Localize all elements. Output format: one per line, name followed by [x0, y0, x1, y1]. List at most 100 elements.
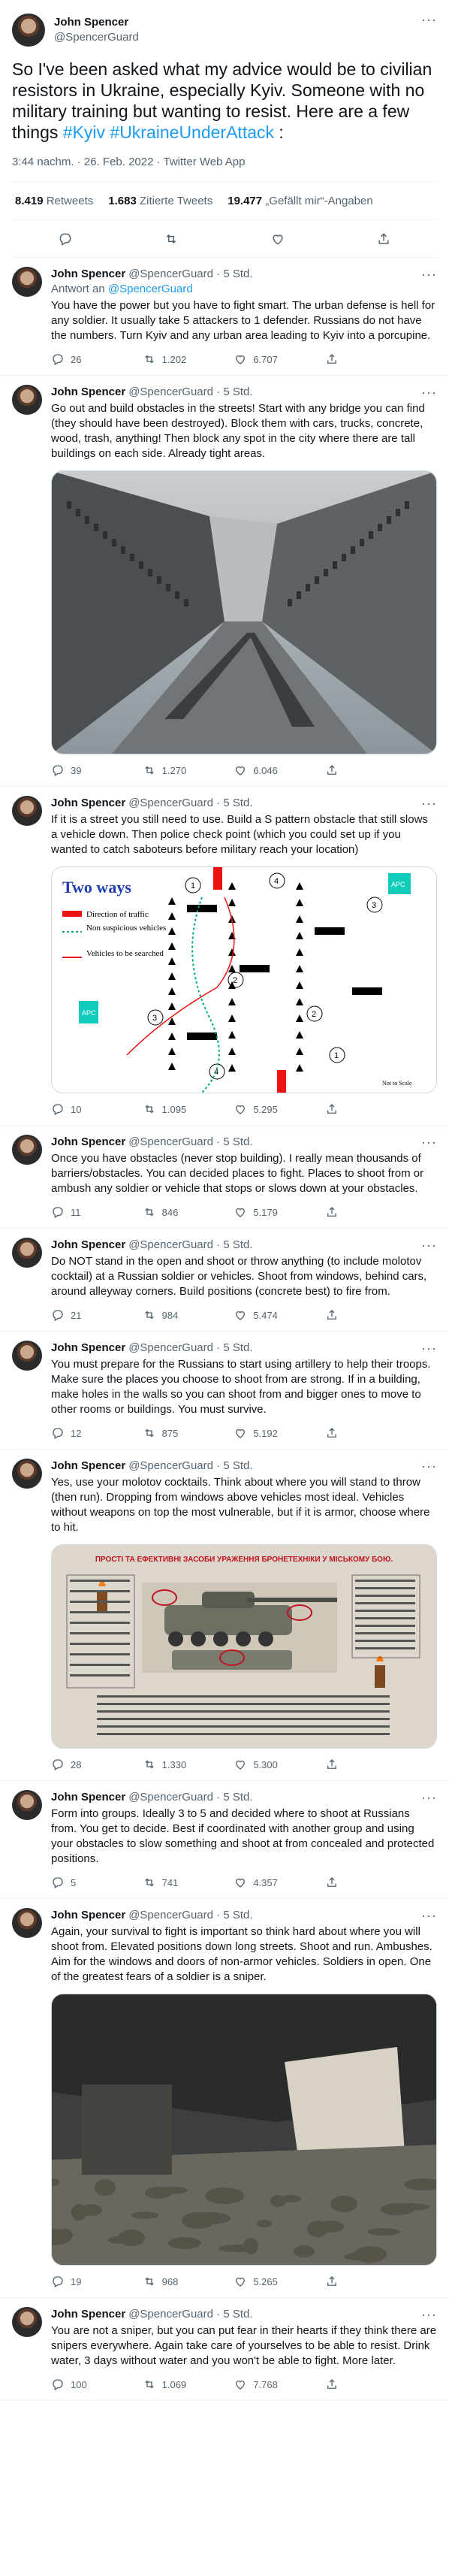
more-options-icon[interactable]: ···: [421, 1341, 437, 1356]
reply-button[interactable]: 28: [51, 1758, 96, 1771]
share-button[interactable]: [325, 2378, 370, 2391]
author-name[interactable]: John Spencer: [51, 796, 125, 811]
author-name[interactable]: John Spencer: [51, 385, 125, 400]
author-name[interactable]: John Spencer: [51, 1790, 125, 1805]
reply-tweet[interactable]: John Spencer @SpencerGuard · 5 Std. ··· …: [0, 1126, 449, 1229]
reply-button[interactable]: 21: [51, 1308, 96, 1322]
share-button[interactable]: [325, 1758, 370, 1771]
share-button[interactable]: [325, 1876, 370, 1889]
quotes-stat[interactable]: 1.683 Zitierte Tweets: [108, 195, 212, 207]
author-handle[interactable]: @SpencerGuard · 5 Std.: [128, 1908, 252, 1923]
author-handle[interactable]: @SpencerGuard · 5 Std.: [128, 267, 252, 282]
more-options-icon[interactable]: ···: [421, 9, 437, 28]
reply-tweet[interactable]: John Spencer @SpencerGuard · 5 Std. ··· …: [0, 1332, 449, 1450]
reply-tweet[interactable]: John Spencer @SpencerGuard · 5 Std. ··· …: [0, 2298, 449, 2401]
avatar[interactable]: [12, 2307, 42, 2337]
avatar[interactable]: [12, 1135, 42, 1165]
author-handle[interactable]: @SpencerGuard · 5 Std.: [128, 2307, 252, 2322]
molotov-poster[interactable]: ПРОСТІ ТА ЕФЕКТИВНІ ЗАСОБИ УРАЖЕННЯ БРОН…: [51, 1544, 437, 1749]
share-icon[interactable]: [376, 231, 391, 246]
share-button[interactable]: [325, 2275, 370, 2288]
like-button[interactable]: 4.357: [234, 1876, 279, 1889]
retweet-button[interactable]: 1.069: [143, 2378, 188, 2391]
like-button[interactable]: 6.046: [234, 763, 279, 777]
reply-tweet[interactable]: John Spencer @SpencerGuard · 5 Std. ··· …: [0, 1450, 449, 1781]
more-options-icon[interactable]: ···: [421, 267, 437, 282]
more-options-icon[interactable]: ···: [421, 1135, 437, 1150]
reply-tweet[interactable]: John Spencer @SpencerGuard · 5 Std. ··· …: [0, 787, 449, 1126]
more-options-icon[interactable]: ···: [421, 1790, 437, 1805]
like-button[interactable]: 5.474: [234, 1308, 279, 1322]
retweet-button[interactable]: 968: [143, 2275, 188, 2288]
author-name[interactable]: John Spencer: [54, 15, 139, 30]
reply-tweet[interactable]: John Spencer @SpencerGuard · 5 Std. ··· …: [0, 376, 449, 787]
author-handle[interactable]: @SpencerGuard · 5 Std.: [128, 385, 252, 400]
like-icon[interactable]: [270, 231, 285, 246]
author-handle[interactable]: @SpencerGuard · 5 Std.: [128, 1135, 252, 1150]
checkpoint-diagram[interactable]: Two ways Direction of traffic Non suspic…: [51, 866, 437, 1093]
avatar[interactable]: [12, 796, 42, 826]
reply-button[interactable]: 12: [51, 1426, 96, 1440]
reply-icon[interactable]: [58, 231, 73, 246]
like-button[interactable]: 5.300: [234, 1758, 279, 1771]
like-button[interactable]: 5.192: [234, 1426, 279, 1440]
reply-to-link[interactable]: @SpencerGuard: [108, 283, 193, 295]
hashtag-link[interactable]: #UkraineUnderAttack: [110, 122, 274, 142]
more-options-icon[interactable]: ···: [421, 385, 437, 400]
author-name[interactable]: John Spencer: [51, 2307, 125, 2322]
tweet-timestamp[interactable]: 3:44 nachm. · 26. Feb. 2022 · Twitter We…: [12, 155, 437, 170]
retweet-icon[interactable]: [164, 231, 179, 246]
reply-button[interactable]: 39: [51, 763, 96, 777]
ruined-building-photo[interactable]: [51, 1994, 437, 2266]
more-options-icon[interactable]: ···: [421, 1238, 437, 1253]
like-button[interactable]: 5.179: [234, 1205, 279, 1219]
reply-button[interactable]: 5: [51, 1876, 96, 1889]
author-handle[interactable]: @SpencerGuard: [54, 30, 139, 45]
retweets-stat[interactable]: 8.419 Retweets: [15, 195, 93, 207]
reply-tweet[interactable]: John Spencer @SpencerGuard · 5 Std. ··· …: [0, 1781, 449, 1899]
more-options-icon[interactable]: ···: [421, 796, 437, 811]
retweet-button[interactable]: 846: [143, 1205, 188, 1219]
author-name[interactable]: John Spencer: [51, 1238, 125, 1253]
more-options-icon[interactable]: ···: [421, 1459, 437, 1474]
reply-button[interactable]: 100: [51, 2378, 96, 2391]
retweet-button[interactable]: 1.202: [143, 352, 188, 366]
reply-button[interactable]: 19: [51, 2275, 96, 2288]
like-button[interactable]: 7.768: [234, 2378, 279, 2391]
author-name[interactable]: John Spencer: [51, 1341, 125, 1356]
avatar[interactable]: [12, 1459, 42, 1489]
share-button[interactable]: [325, 1205, 370, 1219]
reply-button[interactable]: 26: [51, 352, 96, 366]
street-barricade-photo[interactable]: [51, 470, 437, 754]
reply-button[interactable]: 11: [51, 1205, 96, 1219]
more-options-icon[interactable]: ···: [421, 1908, 437, 1923]
like-button[interactable]: 5.265: [234, 2275, 279, 2288]
author-handle[interactable]: @SpencerGuard · 5 Std.: [128, 796, 252, 811]
more-options-icon[interactable]: ···: [421, 2307, 437, 2322]
author-handle[interactable]: @SpencerGuard · 5 Std.: [128, 1341, 252, 1356]
like-button[interactable]: 5.295: [234, 1102, 279, 1116]
author-name[interactable]: John Spencer: [51, 1908, 125, 1923]
avatar[interactable]: [12, 267, 42, 297]
retweet-button[interactable]: 1.095: [143, 1102, 188, 1116]
reply-tweet[interactable]: John Spencer @SpencerGuard · 5 Std. ··· …: [0, 1899, 449, 2298]
retweet-button[interactable]: 741: [143, 1876, 188, 1889]
retweet-button[interactable]: 984: [143, 1308, 188, 1322]
author-handle[interactable]: @SpencerGuard · 5 Std.: [128, 1459, 252, 1474]
retweet-button[interactable]: 1.270: [143, 763, 188, 777]
reply-button[interactable]: 10: [51, 1102, 96, 1116]
author-name[interactable]: John Spencer: [51, 1459, 125, 1474]
retweet-button[interactable]: 875: [143, 1426, 188, 1440]
reply-tweet[interactable]: John Spencer @SpencerGuard · 5 Std. ··· …: [0, 258, 449, 376]
reply-tweet[interactable]: John Spencer @SpencerGuard · 5 Std. ··· …: [0, 1229, 449, 1332]
avatar[interactable]: [12, 1790, 42, 1820]
share-button[interactable]: [325, 352, 370, 366]
retweet-button[interactable]: 1.330: [143, 1758, 188, 1771]
likes-stat[interactable]: 19.477 „Gefällt mir“-Angaben: [228, 195, 372, 207]
author-name[interactable]: John Spencer: [51, 267, 125, 282]
share-button[interactable]: [325, 1102, 370, 1116]
avatar[interactable]: [12, 1238, 42, 1268]
avatar[interactable]: [12, 1908, 42, 1938]
author-handle[interactable]: @SpencerGuard · 5 Std.: [128, 1790, 252, 1805]
author-handle[interactable]: @SpencerGuard · 5 Std.: [128, 1238, 252, 1253]
